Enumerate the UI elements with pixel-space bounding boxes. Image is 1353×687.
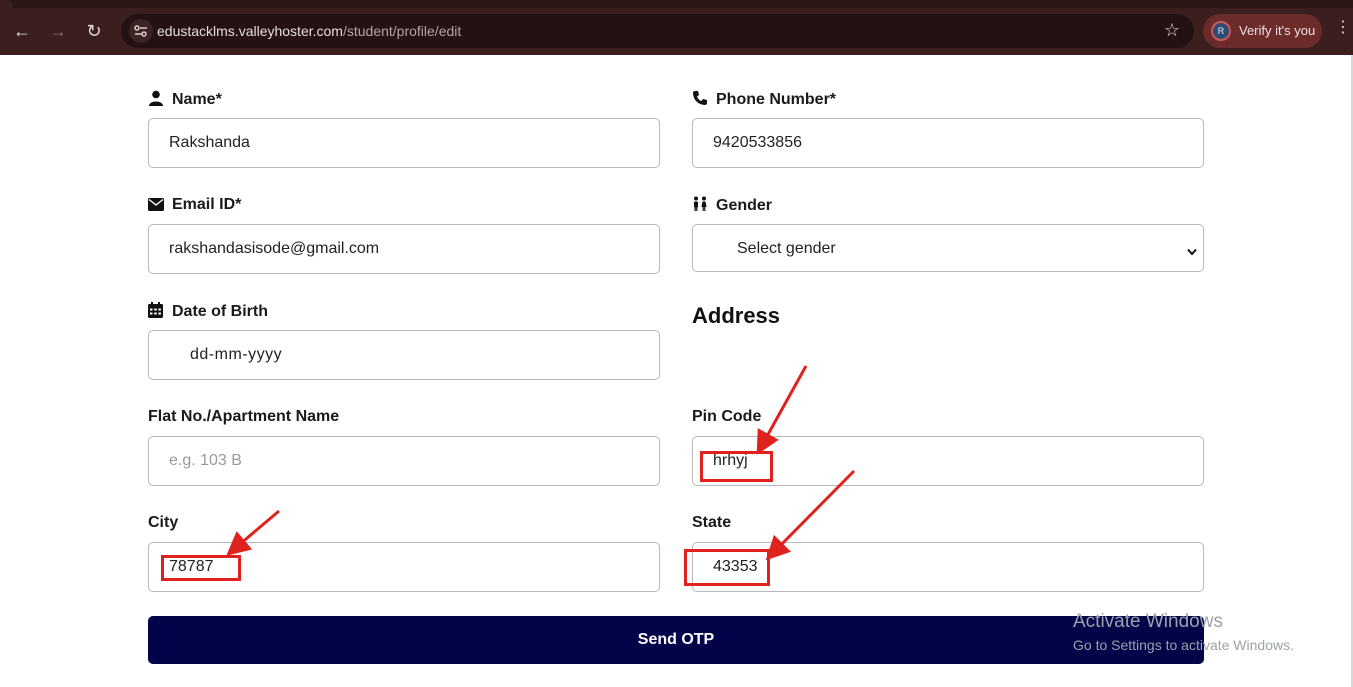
site-info-icon[interactable] [129, 19, 153, 43]
url-path: /student/profile/edit [342, 23, 462, 39]
windows-activation-watermark: Activate Windows Go to Settings to activ… [1073, 611, 1294, 653]
watermark-line1: Activate Windows [1073, 611, 1223, 632]
reload-icon[interactable]: ↻ [81, 18, 107, 44]
profile-edit-page: Name* Rakshanda Phone Number* 9420533856… [0, 55, 1353, 687]
browser-menu-icon[interactable]: ⋮ [1335, 20, 1351, 36]
address-bar[interactable]: edustacklms.valleyhoster.com/student/pro… [121, 14, 1194, 48]
profile-chip-label: Verify it's you [1239, 23, 1316, 38]
back-arrow-icon[interactable]: ← [9, 18, 35, 44]
forward-arrow-icon[interactable]: → [45, 18, 71, 44]
url-host: edustacklms.valleyhoster.com [157, 23, 343, 39]
browser-toolbar: ← → ↻ edustacklms.valleyhoster.com/stude… [0, 0, 1353, 55]
profile-chip[interactable]: R Verify it's you [1203, 14, 1322, 48]
url-text[interactable]: edustacklms.valleyhoster.com/student/pro… [157, 23, 461, 39]
arrow-to-city [226, 509, 280, 556]
watermark-line2: Go to Settings to activate Windows. [1073, 637, 1294, 653]
tab-strip [0, 0, 1353, 8]
arrow-to-state [765, 469, 856, 561]
send-otp-button[interactable]: Send OTP [148, 616, 1204, 664]
tab-edge [0, 0, 12, 8]
annotation-arrows [226, 365, 856, 561]
avatar: R [1211, 21, 1231, 41]
bookmark-star-icon[interactable]: ☆ [1164, 20, 1180, 41]
arrow-to-pin [756, 365, 808, 455]
